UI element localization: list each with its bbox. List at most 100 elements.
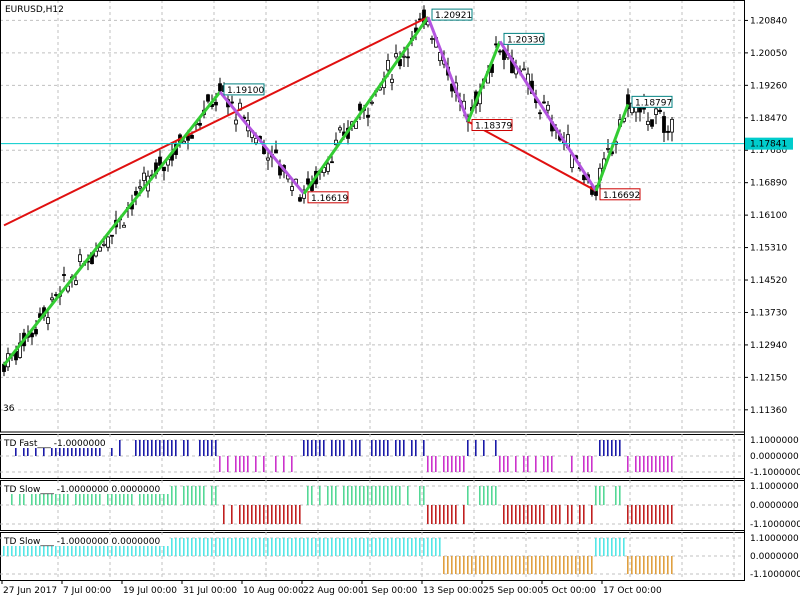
candle [662,111,666,143]
time-label-8: 25 Sep 00:00 [483,586,543,596]
hist-bar-up [319,538,321,556]
zigzag-slow-segment [3,16,429,227]
hist-bar-down [455,456,457,472]
zigzag-label-7: 1.18797 [635,98,672,108]
hist-bar-up [147,440,149,456]
time-label-6: 1 Sep 00:00 [363,586,418,596]
hist-bar-down [655,456,657,472]
hist-bar-down [511,556,513,574]
eurusd-chart[interactable]: 1.19100 1.16619 1.20921 1.18379 1.20330 1.166… [0,0,800,600]
panel-tick-label: 0.0000000 [750,552,799,562]
hist-bar-down [463,505,465,524]
zigzag-label-6: 1.16692 [603,191,640,201]
hist-bar-up [475,440,477,456]
hist-bar-up [603,486,605,505]
price-tick-label-6: 1.16100 [750,211,787,221]
indicator-panel-1: 1.1000000 0.0000000 -1.1000000 TD Fast___ -… [0,434,800,479]
hist-bar-up [399,440,401,456]
hist-bar-up [335,486,337,505]
hist-bar-up [175,538,177,556]
hist-bar-up [419,486,421,505]
hist-bar-up [603,538,605,556]
hist-bar-down [667,505,669,524]
panel-tick-label: 1.1000000 [750,436,799,446]
hist-bar-down [427,505,429,524]
hist-bar-up [199,538,201,556]
hist-bar-down [491,556,493,574]
main-grid [0,0,744,432]
hist-bar-down [463,456,465,472]
hist-bar-up [335,538,337,556]
hist-bar-down [291,456,293,472]
hist-bar-down [231,505,233,524]
price-tick-label-2: 1.19260 [750,81,787,91]
hist-bar-up [347,486,349,505]
candle [394,44,398,60]
hist-bar-down [663,456,665,472]
hist-bar-down [571,505,573,524]
hist-bar-down [591,456,593,472]
hist-bar-up [307,486,309,505]
hist-bar-down [523,505,525,524]
hist-bar-down [655,556,657,574]
candle [106,236,110,252]
zigzag-labels: 1.19100 1.16619 1.20921 1.18379 1.20330 1.166… [223,8,673,204]
hist-bar-up [491,486,493,505]
hist-bar-down [227,456,229,472]
hist-bar-down [459,556,461,574]
zigzag-label-1: 1.19100 [227,86,264,96]
hist-bar-down [543,505,545,524]
hist-bar-up [363,486,365,505]
hist-bar-down [487,556,489,574]
hist-bar-up [263,538,265,556]
hist-bar-up [171,486,173,505]
hist-bar-up [187,486,189,505]
hist-bar-up [351,440,353,456]
price-tick-label-3: 1.18470 [750,114,787,124]
hist-bar-down [267,505,269,524]
hist-bar-up [311,486,313,505]
candle [162,166,166,181]
hist-bar-down [503,456,505,472]
hist-bar-up [211,440,213,456]
hist-bar-down [451,456,453,472]
hist-bar-up [375,538,377,556]
hist-bar-up [251,538,253,556]
hist-bar-up [215,440,217,456]
hist-bar-up [327,538,329,556]
hist-bar-up [419,538,421,556]
hist-bar-up [319,486,321,505]
zigzag-label-4: 1.18379 [475,122,512,132]
price-tick-label-0: 1.20840 [750,16,787,26]
hist-bar-up [387,538,389,556]
hist-bar-down [667,456,669,472]
hist-bar-down [523,556,525,574]
hist-bar-up [163,440,165,456]
hist-bar-up [375,440,377,456]
hist-bar-up [383,538,385,556]
candle [370,100,374,106]
hist-bar-down [443,505,445,524]
hist-bar-up [183,440,185,456]
hist-bar-up [167,440,169,456]
hist-bar-down [571,456,573,472]
hist-bar-up [319,440,321,456]
hist-bar-up [323,440,325,456]
hist-bar-down [287,505,289,524]
hist-bar-down [239,456,241,472]
hist-bar-down [559,505,561,524]
hist-bar-down [643,556,645,574]
hist-bar-up [467,440,469,456]
hist-bar-down [503,505,505,524]
hist-bar-up [423,440,425,456]
hist-bar-down [523,456,525,472]
hist-bar-down [463,556,465,574]
hist-bar-down [439,505,441,524]
panel-tick-label: 0.0000000 [750,501,799,511]
hist-bar-up [599,486,601,505]
hist-bar-down [555,505,557,524]
hist-bar-down [551,556,553,574]
hist-bar-down [551,505,553,524]
hist-bar-up [359,440,361,456]
hist-bar-down [643,505,645,524]
